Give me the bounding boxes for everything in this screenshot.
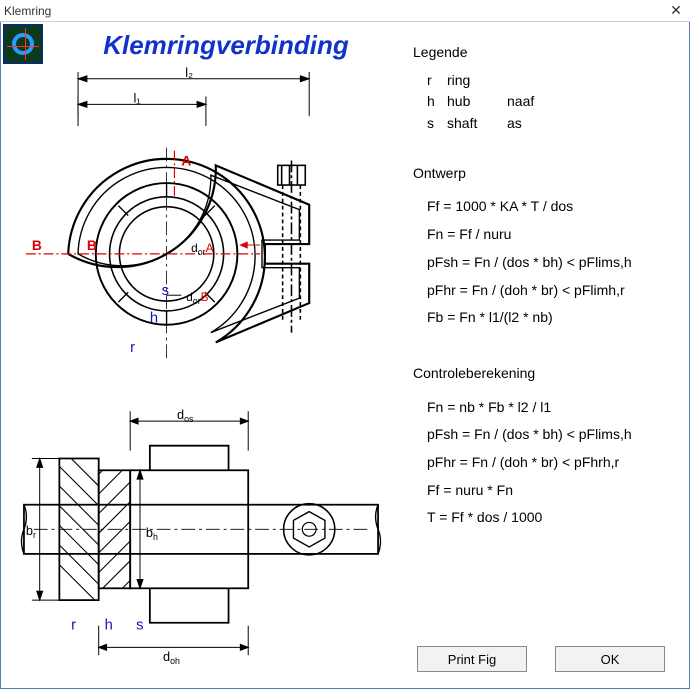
label-r-bot: r <box>71 618 76 634</box>
formula: pFhr = Fn / (doh * br) < pFlimh,r <box>427 280 677 302</box>
legend-row: s shaft as <box>413 113 677 135</box>
label-dorA: dorA <box>191 241 213 257</box>
label-dorB: dorB <box>186 290 208 306</box>
ring-icon <box>12 33 34 55</box>
label-br: br <box>26 523 36 540</box>
technical-drawing: l₂ l₁ <box>11 67 391 667</box>
formula: Fn = nb * Fb * l2 / l1 <box>427 397 677 419</box>
label-s-top: s <box>162 283 169 299</box>
label-s-bot: s <box>136 618 143 634</box>
print-button[interactable]: Print Fig <box>417 646 527 672</box>
formula: Fb = Fn * l1/(l2 * nb) <box>427 307 677 329</box>
label-h-top: h <box>150 311 158 327</box>
formula: Fn = Ff / nuru <box>427 224 677 246</box>
legend-row: r ring <box>413 70 677 92</box>
formula: T = Ff * dos / 1000 <box>427 507 677 529</box>
label-h-bot: h <box>105 618 113 634</box>
content: Klemringverbinding l₂ <box>0 22 690 689</box>
ontwerp-title: Ontwerp <box>413 163 677 185</box>
label-bh: bh <box>146 525 158 542</box>
right-pane: Legende r ring h hub naaf s shaft as Ont… <box>401 22 689 688</box>
controle-title: Controleberekening <box>413 363 677 385</box>
close-icon[interactable]: ✕ <box>666 2 686 19</box>
controle-formulas: Fn = nb * Fb * l2 / l1 pFsh = Fn / (dos … <box>413 391 677 535</box>
ontwerp-formulas: Ff = 1000 * KA * T / dos Fn = Ff / nuru … <box>413 190 677 334</box>
label-dos: dos <box>177 407 194 424</box>
button-row: Print Fig OK <box>413 640 677 680</box>
label-l1: l₁ <box>133 90 140 105</box>
formula: pFhr = Fn / (doh * br) < pFhrh,r <box>427 452 677 474</box>
label-B-outer: B <box>32 238 42 253</box>
app-icon <box>3 24 43 64</box>
left-pane: Klemringverbinding l₂ <box>1 22 401 688</box>
formula: pFsh = Fn / (dos * bh) < pFlims,h <box>427 424 677 446</box>
label-r-top: r <box>130 340 135 356</box>
label-doh: doh <box>163 649 180 666</box>
formula: Ff = 1000 * KA * T / dos <box>427 196 677 218</box>
label-B-inner: B <box>87 238 97 253</box>
page-title: Klemringverbinding <box>51 30 401 61</box>
formula: pFsh = Fn / (dos * bh) < pFlims,h <box>427 252 677 274</box>
legend-title: Legende <box>413 42 677 64</box>
titlebar: Klemring ✕ <box>0 0 690 22</box>
label-A: A <box>181 153 191 168</box>
formula: Ff = nuru * Fn <box>427 480 677 502</box>
diagram-container: l₂ l₁ <box>1 61 401 688</box>
window-title: Klemring <box>4 4 51 18</box>
ok-button[interactable]: OK <box>555 646 665 672</box>
legend-row: h hub naaf <box>413 91 677 113</box>
label-l2: l₂ <box>185 67 193 80</box>
